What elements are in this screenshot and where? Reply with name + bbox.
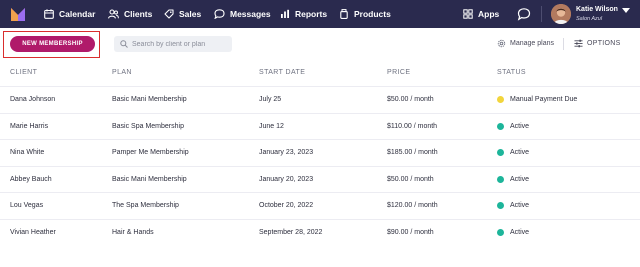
status-dot (497, 228, 504, 236)
manage-plans-button[interactable]: Manage plans (497, 39, 554, 48)
table-row[interactable]: Abbey Bauch Basic Mani Membership Januar… (0, 165, 640, 193)
search-input[interactable] (132, 40, 232, 48)
table-row[interactable]: Lou Vegas The Spa Membership October 20,… (0, 192, 640, 219)
tag-icon (164, 9, 174, 19)
status: Active (497, 202, 529, 209)
nav-messages-label: Messages (230, 9, 271, 19)
status: Active (497, 228, 530, 236)
start-date: January 20, 2023 (259, 175, 314, 183)
price: $110.00 / month (387, 122, 438, 130)
status-dot (497, 122, 504, 130)
start-date: June 12 (259, 122, 284, 130)
search-box[interactable] (114, 36, 232, 52)
price: $90.00 / month (387, 228, 434, 236)
chevron-down-icon[interactable] (622, 8, 630, 13)
nav-calendar[interactable]: Calendar (44, 0, 95, 28)
start-date: September 28, 2022 (259, 228, 323, 236)
status: Active (497, 122, 530, 130)
price: $120.00 / month (387, 202, 438, 209)
client-name: Dana Johnson (10, 96, 56, 103)
start-date: October 20, 2022 (259, 202, 314, 209)
nav-products[interactable]: Products (339, 0, 391, 28)
manage-plans-label: Manage plans (510, 40, 554, 47)
status-label: Active (510, 202, 530, 209)
client-name: Nina White (10, 149, 45, 156)
nav-reports-label: Reports (295, 9, 328, 19)
nav-clients-label: Clients (124, 9, 153, 19)
nav-clients[interactable]: Clients (108, 0, 152, 28)
price: $185.00 / month (387, 149, 438, 156)
start-date: January 23, 2023 (259, 149, 314, 156)
nav-apps-label: Apps (478, 9, 500, 19)
avatar-photo (551, 4, 571, 24)
column-header-price: PRICE (387, 69, 411, 76)
plan-name: Basic Spa Membership (112, 122, 184, 130)
status-label: Manual Payment Due (510, 96, 578, 103)
nav-reports[interactable]: Reports (280, 0, 327, 28)
table-row[interactable]: Vivian Heather Hair & Hands September 28… (0, 218, 640, 246)
options-button[interactable]: OPTIONS (574, 39, 621, 48)
search-icon (120, 40, 128, 48)
plan-name: The Spa Membership (112, 202, 179, 209)
products-icon (340, 9, 348, 19)
status-dot (497, 202, 504, 209)
status: Active (497, 175, 530, 183)
apps-grid-icon (463, 9, 473, 19)
nav-divider (541, 6, 542, 22)
chat-icon[interactable] (517, 7, 531, 21)
client-name: Lou Vegas (10, 202, 44, 209)
status-dot (497, 175, 504, 183)
nav-messages[interactable]: Messages (214, 0, 271, 28)
avatar[interactable] (551, 4, 571, 24)
price: $50.00 / month (387, 96, 434, 103)
price: $50.00 / month (387, 175, 434, 183)
bar-chart-icon (281, 9, 289, 18)
calendar-icon (44, 9, 54, 19)
new-membership-button[interactable]: NEW MEMBERSHIP (10, 36, 95, 52)
client-name: Marie Harris (10, 122, 49, 130)
messages-icon (214, 9, 225, 19)
gear-icon (497, 39, 506, 48)
column-header-status: STATUS (497, 69, 526, 76)
app-logo[interactable] (10, 6, 26, 22)
nav-sales[interactable]: Sales (164, 0, 201, 28)
table-row[interactable]: Dana Johnson Basic Mani Membership July … (0, 86, 640, 113)
clients-icon (108, 9, 119, 19)
nav-products-label: Products (354, 9, 391, 19)
plan-name: Hair & Hands (112, 228, 154, 236)
column-header-client: CLIENT (10, 69, 38, 76)
column-header-start-date: START DATE (259, 69, 306, 76)
plan-name: Basic Mani Membership (112, 96, 187, 103)
status-dot (497, 96, 504, 103)
user-location: Salon Azul (576, 16, 603, 22)
toolbar-divider (563, 38, 564, 50)
status-label: Active (510, 228, 530, 236)
status-dot (497, 149, 504, 156)
plan-name: Pamper Me Membership (112, 149, 189, 156)
column-header-plan: PLAN (112, 69, 132, 76)
status-label: Active (510, 175, 530, 183)
top-nav: Calendar Clients Sales Messages Reports (0, 0, 640, 28)
nav-apps[interactable]: Apps (463, 0, 499, 28)
options-label: OPTIONS (587, 40, 621, 47)
sliders-icon (574, 39, 583, 48)
status: Manual Payment Due (497, 96, 577, 103)
start-date: July 25 (259, 96, 282, 103)
table-row[interactable]: Marie Harris Basic Spa Membership June 1… (0, 112, 640, 140)
table-row[interactable]: Nina White Pamper Me Membership January … (0, 139, 640, 166)
nav-sales-label: Sales (179, 9, 202, 19)
client-name: Abbey Bauch (10, 175, 52, 183)
client-name: Vivian Heather (10, 228, 56, 236)
status: Active (497, 149, 529, 156)
plan-name: Basic Mani Membership (112, 175, 187, 183)
status-label: Active (510, 122, 530, 130)
status-label: Active (510, 149, 530, 156)
user-name[interactable]: Katie Wilson (576, 6, 618, 13)
nav-calendar-label: Calendar (59, 9, 96, 19)
